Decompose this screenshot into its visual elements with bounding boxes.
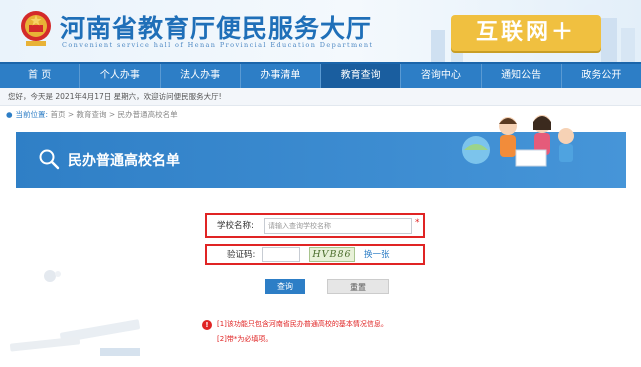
site-subtitle: Convenient service hall of Henan Provinc… bbox=[62, 41, 374, 49]
breadcrumb-label: 当前位置: bbox=[15, 110, 49, 119]
notice-line-1: [1]该功能只包含河南省民办普通高校的基本情况信息。 bbox=[217, 320, 388, 328]
nav-item-personal[interactable]: 个人办事 bbox=[80, 64, 161, 88]
refresh-captcha-link[interactable]: 换一张 bbox=[364, 248, 390, 260]
internet-plus-badge: 互联网＋ bbox=[451, 15, 601, 51]
nav-item-consult[interactable]: 咨询中心 bbox=[401, 64, 482, 88]
nav-item-notices[interactable]: 通知公告 bbox=[482, 64, 562, 88]
nav-item-education-query[interactable]: 教育查询 bbox=[321, 64, 402, 88]
national-emblem-icon bbox=[21, 11, 51, 46]
page-banner: 民办普通高校名单 bbox=[16, 115, 626, 188]
nav-item-government-affairs[interactable]: 政务公开 bbox=[562, 64, 641, 88]
alert-icon: ! bbox=[202, 320, 212, 330]
captcha-row: 验证码: HVB86 换一张 bbox=[205, 244, 425, 265]
breadcrumb-path[interactable]: 首页 > 教育查询 > 民办普通高校名单 bbox=[50, 110, 177, 119]
site-header: 河南省教育厅便民服务大厅 Convenient service hall of … bbox=[0, 0, 641, 62]
nav-item-service-list[interactable]: 办事清单 bbox=[241, 64, 321, 88]
captcha-image[interactable]: HVB86 bbox=[309, 247, 355, 262]
school-name-input[interactable]: 请输入查询学校名称 bbox=[264, 218, 412, 234]
welcome-message: 您好，今天是 2021年4月17日 星期六，欢迎访问便民服务大厅! bbox=[0, 88, 641, 106]
notice-line-2: [2]带*为必填项。 bbox=[217, 335, 273, 343]
school-name-row: 学校名称: 请输入查询学校名称 * bbox=[205, 213, 425, 238]
captcha-label: 验证码: bbox=[227, 250, 256, 260]
stationery-decoration bbox=[9, 270, 140, 356]
required-mark: * bbox=[415, 218, 420, 228]
page-title: 民办普通高校名单 bbox=[68, 153, 180, 169]
location-pin-icon: ● bbox=[6, 110, 13, 119]
query-form-area: 学校名称: 请输入查询学校名称 * 验证码: HVB86 换一张 查询 重置 !… bbox=[0, 188, 641, 365]
main-nav: 首 页 个人办事 法人办事 办事清单 教育查询 咨询中心 通知公告 政务公开 bbox=[0, 62, 641, 88]
search-icon bbox=[39, 149, 60, 170]
nav-item-home[interactable]: 首 页 bbox=[0, 64, 81, 88]
query-button[interactable]: 查询 bbox=[265, 279, 305, 294]
school-name-label: 学校名称: bbox=[217, 221, 254, 231]
reset-button[interactable]: 重置 bbox=[327, 279, 389, 294]
students-illustration bbox=[462, 115, 574, 167]
site-title: 河南省教育厅便民服务大厅 bbox=[60, 14, 373, 43]
captcha-input[interactable] bbox=[262, 247, 300, 262]
nav-item-legal-person[interactable]: 法人办事 bbox=[161, 64, 241, 88]
